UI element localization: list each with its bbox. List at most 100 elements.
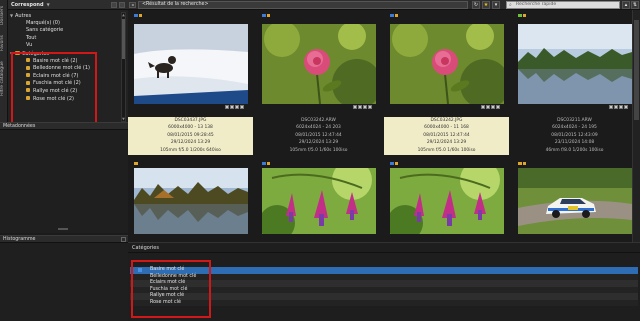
color-label-dots bbox=[262, 13, 271, 17]
filter-panel-header: Correspond ▼ bbox=[8, 0, 128, 10]
keyword-icon bbox=[26, 65, 30, 70]
thumbnail-grid: DSC03437.JPG 6000x4000 - 13 138 08/01/2015… bbox=[128, 10, 637, 242]
keyword-icon bbox=[26, 58, 30, 63]
thumbnail-action-icons[interactable] bbox=[480, 105, 504, 110]
thumbnail-image-dog-snow[interactable] bbox=[134, 24, 248, 104]
histogram-section-body bbox=[0, 243, 128, 321]
panel-options-icon[interactable] bbox=[111, 1, 117, 8]
thumbnail-info-line: DSC03437.JPG bbox=[174, 118, 207, 123]
tree-item[interactable]: Fuschia mot clé (2) bbox=[10, 80, 120, 88]
categories-panel-header: Catégories bbox=[128, 243, 640, 253]
tree-item-label: Tout bbox=[26, 34, 37, 41]
filter-mode-label[interactable]: Correspond bbox=[11, 2, 44, 8]
panel-close-icon[interactable] bbox=[119, 1, 125, 8]
tree-item[interactable]: Rallye mot clé (2) bbox=[10, 88, 120, 96]
tree-item[interactable]: Vu bbox=[10, 42, 120, 50]
scrollbar-thumb[interactable] bbox=[634, 20, 639, 120]
categories-panel: Catégories Basire mot clé Belledonne mot … bbox=[128, 242, 640, 321]
thumbnail-info-line: 08/01/2015 12:43:09 bbox=[551, 132, 598, 138]
category-row-label: Rallye mot clé bbox=[150, 293, 185, 298]
color-label-dots bbox=[390, 13, 399, 17]
tree-item-label: Marqué(s) (0) bbox=[26, 19, 60, 26]
chevron-down-icon[interactable]: ▼ bbox=[47, 2, 50, 7]
tree-item[interactable]: Sans catégorie bbox=[10, 27, 120, 35]
quick-search-placeholder: Recherche rapide bbox=[516, 2, 557, 7]
category-row-label: Basire mot clé bbox=[150, 267, 185, 272]
vertical-tab-strip: Dossiers Favoris Filtre catalogue bbox=[0, 0, 8, 125]
histogram-options-icon[interactable] bbox=[121, 237, 126, 242]
category-row-label: Fuschia mot clé bbox=[150, 286, 188, 292]
filter-tree-scrollbar[interactable]: ▲ ▼ bbox=[121, 12, 126, 122]
search-icon: ⌕ bbox=[509, 2, 512, 8]
thumbnail-info-line: DSC03242.ARW bbox=[301, 118, 336, 123]
color-label-dot bbox=[390, 161, 394, 165]
scroll-up-icon[interactable]: ▲ bbox=[122, 13, 125, 17]
back-button[interactable]: ◂ bbox=[129, 2, 136, 8]
filter-dropdown-button[interactable]: ▾ bbox=[492, 1, 500, 9]
color-label-dots bbox=[518, 161, 527, 165]
thumbnail-image-rose[interactable] bbox=[262, 24, 376, 104]
tree-item-label: Sans catégorie bbox=[26, 27, 64, 34]
tree-item-label: Eclairs mot clé (7) bbox=[33, 72, 79, 79]
thumbnail-image-rally-car[interactable] bbox=[518, 168, 632, 234]
tree-item[interactable]: Belledonne mot clé (1) bbox=[10, 65, 120, 73]
category-row[interactable]: Rose mot clé bbox=[130, 299, 638, 306]
color-label-dots bbox=[390, 161, 399, 165]
color-label-dot bbox=[522, 13, 526, 17]
tab-catalog-filter[interactable]: Filtre catalogue bbox=[0, 58, 8, 100]
histogram-section-title: Histogramme bbox=[3, 237, 36, 242]
tree-item-label: Autres bbox=[15, 13, 32, 19]
thumbnail-scrollbar[interactable] bbox=[632, 10, 640, 242]
thumbnail-image-fuchsia[interactable] bbox=[262, 168, 376, 234]
filter-panel: Correspond ▼ ▼ Autres Marqué(s) (0) Sans ca… bbox=[8, 0, 128, 125]
up-button[interactable]: ▴ bbox=[622, 1, 630, 9]
quick-search-input[interactable]: ⌕ Recherche rapide bbox=[506, 1, 620, 9]
metadata-section-header[interactable]: Métadonnées bbox=[0, 122, 128, 130]
tab-folders[interactable]: Dossiers bbox=[0, 2, 8, 28]
thumbnail-info-line: 105mm f/5.0 1/60s 100iso bbox=[289, 147, 348, 153]
checkbox-icon[interactable] bbox=[138, 268, 142, 272]
thumbnail-info-1: DSC03437.JPG 6000x4000 - 13 138 08/01/2015… bbox=[128, 117, 253, 155]
histogram-section-header[interactable]: Histogramme bbox=[0, 235, 128, 243]
color-label-dot bbox=[522, 161, 526, 165]
metadata-section-body bbox=[0, 130, 128, 233]
color-label-dot bbox=[394, 13, 398, 17]
thumbnail-info-line: 6024x4024 - 24 203 bbox=[296, 125, 341, 131]
thumbnail-info-line: 29/12/2024 13:29 bbox=[298, 140, 339, 146]
sort-button[interactable]: ⇅ bbox=[631, 1, 639, 9]
tree-item[interactable]: Rose mot clé (2) bbox=[10, 96, 120, 104]
thumbnail-image-fuchsia-2[interactable] bbox=[390, 168, 504, 234]
scroll-down-icon[interactable]: ▼ bbox=[122, 117, 125, 121]
thumbnail-action-icons[interactable] bbox=[352, 105, 376, 110]
keyword-icon bbox=[26, 96, 30, 101]
tab-favorites[interactable]: Favoris bbox=[0, 32, 8, 54]
thumbnail-image-lake[interactable] bbox=[518, 24, 632, 104]
thumbnail-info-4: DSC03211.ARW 6024x4024 - 24 195 08/01/2015… bbox=[512, 117, 637, 155]
thumbnail-info-line: 105mm f/5.0 1/200s 640iso bbox=[160, 147, 221, 153]
refresh-button[interactable]: ↻ bbox=[472, 1, 480, 9]
category-row-label: Rose mot clé bbox=[150, 299, 181, 305]
thumbnail-image-rose-jpg[interactable] bbox=[390, 24, 504, 104]
thumbnail-action-icons[interactable] bbox=[224, 105, 248, 110]
color-label-dot bbox=[262, 13, 266, 17]
splitter-grip[interactable] bbox=[58, 228, 68, 230]
thumbnail-action-icons[interactable] bbox=[608, 105, 632, 110]
thumbnail-info-line: 6024x4024 - 24 195 bbox=[552, 125, 597, 131]
thumbnail-image-lake-autumn[interactable] bbox=[134, 168, 248, 234]
color-label-dot bbox=[394, 161, 398, 165]
color-label-dot bbox=[266, 161, 270, 165]
scrollbar-thumb[interactable] bbox=[122, 19, 125, 59]
metadata-section-title: Métadonnées bbox=[3, 124, 36, 129]
thumbnail-info-line: 105mm f/5.0 1/60s 100iso bbox=[417, 147, 476, 153]
tree-item[interactable]: ▼ Catégories bbox=[10, 50, 120, 58]
thumbnail-info-line: DSC03211.ARW bbox=[557, 118, 592, 123]
keyword-icon bbox=[26, 80, 30, 85]
thumbnail-info-line: 29/12/2024 13:29 bbox=[170, 140, 211, 146]
thumbnail-info-line: DSC03242.JPG bbox=[430, 118, 463, 123]
color-label-dot bbox=[518, 13, 522, 17]
tree-item[interactable]: ▼ Autres bbox=[10, 12, 120, 20]
thumbnail-info-line: 08/01/2015 12:47:44 bbox=[423, 132, 470, 138]
tree-item[interactable]: Tout bbox=[10, 35, 120, 43]
star-filter-button[interactable]: ★ bbox=[482, 1, 490, 9]
path-field[interactable]: <Résultat de la recherche> bbox=[138, 1, 468, 9]
